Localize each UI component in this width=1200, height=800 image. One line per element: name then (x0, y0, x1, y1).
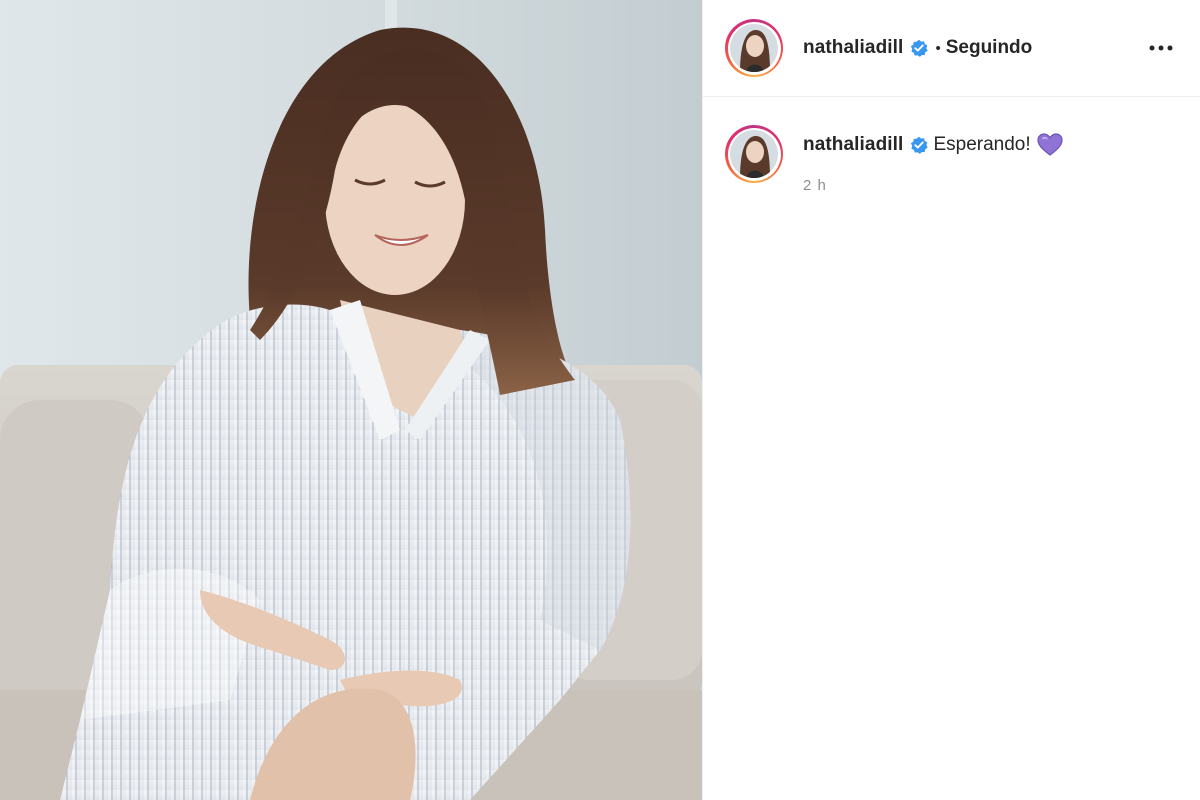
caption-avatar[interactable] (730, 130, 778, 178)
author-username[interactable]: nathaliadill (803, 37, 903, 59)
caption-line: nathaliadill Esperando! (803, 133, 1063, 157)
story-ring[interactable] (725, 19, 783, 77)
post-photo[interactable] (0, 0, 702, 800)
post-timestamp[interactable]: 2 h (803, 177, 1063, 194)
avatar-frame (727, 21, 781, 75)
follow-separator: • (935, 39, 941, 57)
photo-illustration (0, 0, 702, 800)
caption-story-ring[interactable] (725, 125, 783, 183)
caption-avatar-image (730, 130, 778, 178)
post-caption: nathaliadill Esperando! 2 h (703, 97, 1200, 194)
more-options-button[interactable] (1146, 33, 1176, 63)
avatar[interactable] (730, 24, 778, 72)
post-side-panel: nathaliadill • Seguindo nathaliadill Esp… (702, 0, 1200, 800)
avatar-image (730, 24, 778, 72)
caption-body: nathaliadill Esperando! 2 h (803, 125, 1063, 194)
more-options-icon (1149, 45, 1173, 51)
post-header: nathaliadill • Seguindo (703, 0, 1200, 97)
instagram-post: nathaliadill • Seguindo nathaliadill Esp… (0, 0, 1200, 800)
verified-badge-icon (911, 39, 929, 57)
caption-avatar-frame (727, 127, 781, 181)
caption-username[interactable]: nathaliadill (803, 134, 903, 156)
verified-badge-icon (911, 136, 929, 154)
purple-heart-icon (1037, 133, 1063, 156)
caption-text: Esperando! (933, 134, 1031, 155)
following-button[interactable]: Seguindo (946, 37, 1033, 59)
